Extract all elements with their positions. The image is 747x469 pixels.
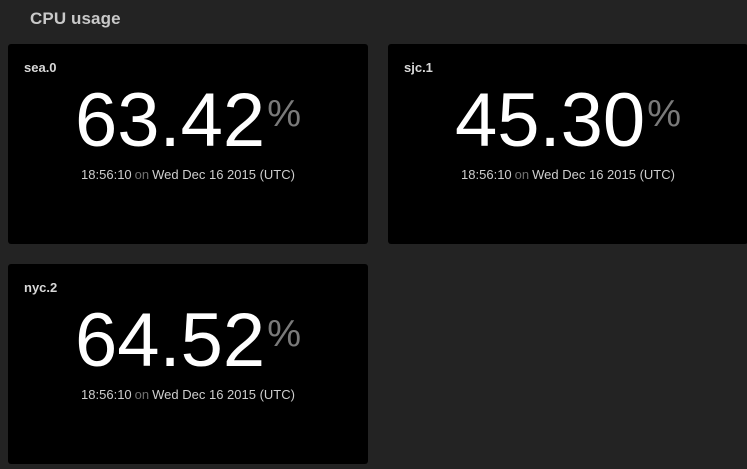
timestamp-separator: on [134, 387, 150, 402]
cpu-value: 63.42 [75, 78, 266, 163]
percent-unit: % [267, 93, 301, 135]
percent-unit: % [647, 93, 681, 135]
cpu-metric: 63.42% [8, 82, 368, 160]
panel-label: sjc.1 [404, 60, 433, 75]
percent-unit: % [267, 313, 301, 355]
timestamp: 18:56:10 on Wed Dec 16 2015 (UTC) [8, 387, 368, 402]
timestamp-date: Wed Dec 16 2015 (UTC) [152, 387, 295, 402]
timestamp-time: 18:56:10 [81, 167, 132, 182]
cpu-value: 45.30 [455, 78, 646, 163]
panel-label: nyc.2 [24, 280, 58, 295]
timestamp-separator: on [134, 167, 150, 182]
timestamp-date: Wed Dec 16 2015 (UTC) [152, 167, 295, 182]
timestamp-time: 18:56:10 [81, 387, 132, 402]
timestamp: 18:56:10 on Wed Dec 16 2015 (UTC) [388, 167, 747, 182]
page-title: CPU usage [30, 9, 121, 28]
cpu-value: 64.52 [75, 298, 266, 383]
panel-sjc-1: sjc.1 45.30% 18:56:10 on Wed Dec 16 2015 (… [388, 44, 747, 244]
dashboard: CPU usage sea.0 63.42% 18:56:10 on Wed Dec… [0, 0, 747, 469]
cpu-metric: 45.30% [388, 82, 747, 160]
panel-nyc-2: nyc.2 64.52% 18:56:10 on Wed Dec 16 2015 (… [8, 264, 368, 464]
cpu-metric: 64.52% [8, 302, 368, 380]
panel-sea-0: sea.0 63.42% 18:56:10 on Wed Dec 16 2015 (… [8, 44, 368, 244]
timestamp: 18:56:10 on Wed Dec 16 2015 (UTC) [8, 167, 368, 182]
panel-label: sea.0 [24, 60, 57, 75]
timestamp-separator: on [514, 167, 530, 182]
timestamp-time: 18:56:10 [461, 167, 512, 182]
timestamp-date: Wed Dec 16 2015 (UTC) [532, 167, 675, 182]
